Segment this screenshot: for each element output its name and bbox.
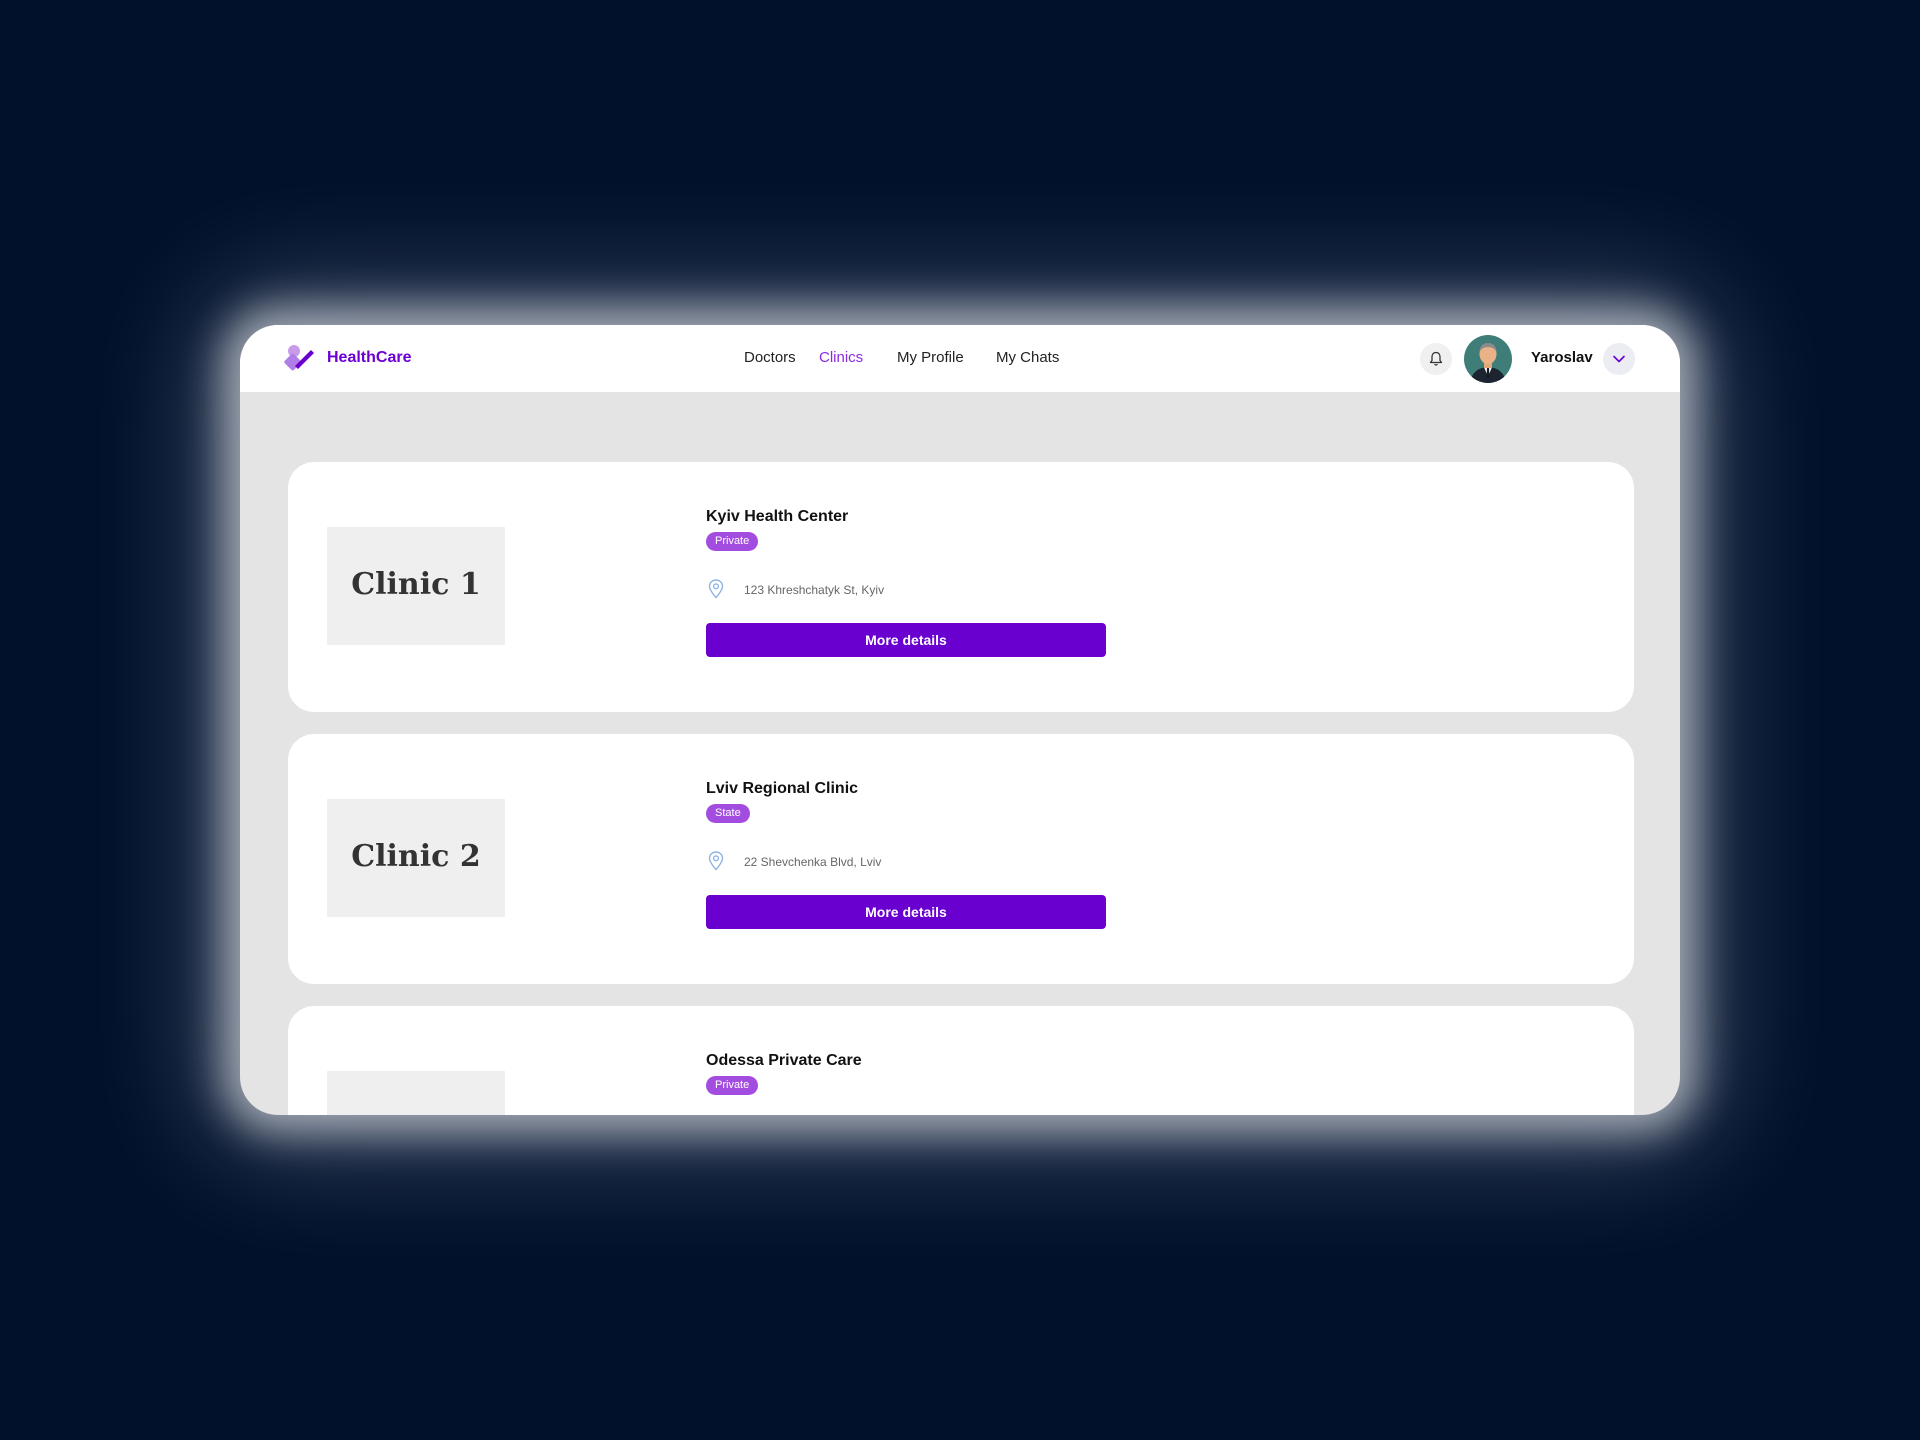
clinic-image	[327, 1071, 505, 1115]
clinic-image-label: Clinic 2	[351, 839, 481, 874]
clinic-type-badge: State	[706, 804, 750, 823]
top-navigation-bar: HealthCare Doctors Clinics My Profile My…	[240, 325, 1680, 392]
clinic-type-badge: Private	[706, 532, 759, 551]
healthcare-logo-icon[interactable]	[282, 342, 316, 376]
clinic-name: Kyiv Health Center	[706, 508, 849, 525]
clinic-image-label: Clinic 1	[351, 567, 481, 602]
user-avatar[interactable]	[1464, 335, 1512, 383]
notifications-button[interactable]	[1420, 343, 1452, 375]
clinic-address: 123 Khreshchatyk St, Kyiv	[744, 583, 885, 597]
chevron-down-icon	[1613, 355, 1625, 363]
nav-my-chats[interactable]: My Chats	[996, 349, 1059, 366]
clinic-image: Clinic 2	[327, 799, 505, 917]
clinic-name: Odessa Private Care	[706, 1052, 862, 1069]
location-pin-icon	[708, 579, 724, 599]
brand-name[interactable]: HealthCare	[327, 349, 411, 367]
nav-my-profile[interactable]: My Profile	[897, 349, 964, 366]
nav-clinics[interactable]: Clinics	[819, 349, 863, 366]
clinic-card: Clinic 1 Kyiv Health Center Private 123 …	[288, 462, 1634, 712]
more-details-button[interactable]: More details	[706, 895, 1106, 929]
clinic-name: Lviv Regional Clinic	[706, 780, 859, 797]
app-window: HealthCare Doctors Clinics My Profile My…	[240, 325, 1680, 1115]
clinic-address: 22 Shevchenka Blvd, Lviv	[744, 855, 882, 869]
clinic-type-badge: Private	[706, 1076, 759, 1095]
more-details-button[interactable]: More details	[706, 623, 1106, 657]
clinic-card: Clinic 2 Lviv Regional Clinic State 22 S…	[288, 734, 1634, 984]
clinic-image: Clinic 1	[327, 527, 505, 645]
clinic-card: Odessa Private Care Private	[288, 1006, 1634, 1115]
user-name[interactable]: Yaroslav	[1531, 349, 1593, 366]
bell-icon	[1429, 351, 1443, 366]
location-pin-icon	[708, 851, 724, 871]
nav-doctors[interactable]: Doctors	[744, 349, 796, 366]
user-menu-dropdown[interactable]	[1603, 343, 1635, 375]
